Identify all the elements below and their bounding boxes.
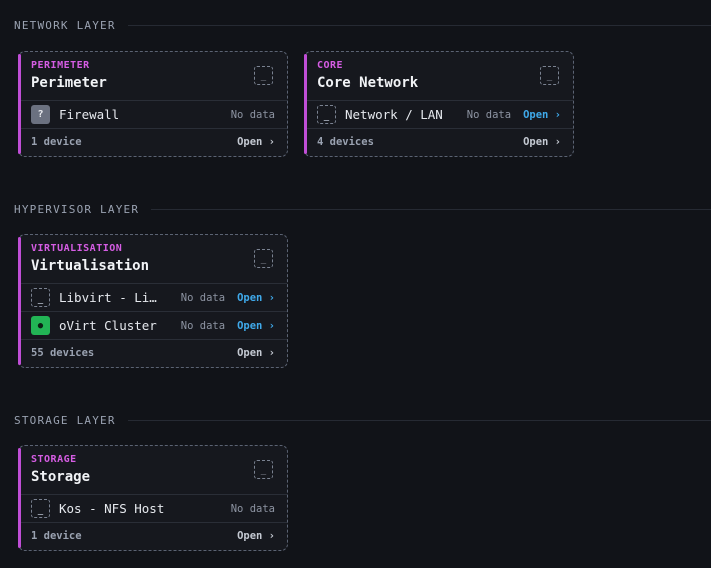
card-open-link[interactable]: Open ›: [237, 136, 275, 148]
card-kicker: CORE: [317, 60, 344, 71]
device-value: No data: [230, 502, 275, 515]
device-row-network-lan[interactable]: _ Network / LAN No data Open ›: [305, 101, 573, 129]
card-virtualisation[interactable]: VIRTUALISATION Virtualisation _ _ Libvir…: [18, 234, 288, 368]
device-list: _ Kos - NFS Host No data: [19, 494, 287, 523]
card-kicker: PERIMETER: [31, 60, 90, 71]
card-kicker: VIRTUALISATION: [31, 243, 123, 254]
layer-divider: [127, 419, 711, 421]
device-count: 4 devices: [317, 135, 374, 148]
layer-title: HYPERVISOR LAYER: [14, 202, 140, 216]
device-name: oVirt Cluster: [59, 318, 157, 333]
no-status-icon: _: [31, 499, 50, 518]
device-row-nfs-host[interactable]: _ Kos - NFS Host No data: [19, 495, 287, 523]
card-kicker: STORAGE: [31, 454, 77, 465]
card-menu-icon[interactable]: _: [540, 66, 559, 85]
no-status-icon: _: [31, 288, 50, 307]
device-value: No data: [180, 291, 226, 304]
card-footer: 4 devices Open ›: [305, 129, 573, 155]
device-name: Libvirt - Li…: [59, 290, 157, 305]
card-perimeter[interactable]: PERIMETER Perimeter _ ? Firewall No data…: [18, 51, 288, 157]
card-footer: 1 device Open ›: [19, 523, 287, 549]
device-name: Firewall: [59, 107, 120, 122]
device-count: 55 devices: [31, 346, 95, 359]
card-header: CORE Core Network _: [305, 52, 573, 100]
device-list: _ Network / LAN No data Open ›: [305, 100, 573, 129]
layer-header: STORAGE LAYER: [14, 413, 711, 427]
device-open-link[interactable]: Open ›: [237, 320, 275, 332]
card-open-link[interactable]: Open ›: [237, 530, 275, 542]
card-footer: 55 devices Open ›: [19, 340, 287, 366]
device-count: 1 device: [31, 529, 82, 542]
layer-divider: [127, 24, 711, 26]
card-header: VIRTUALISATION Virtualisation _: [19, 235, 287, 283]
device-list: _ Libvirt - Li… No data Open › ● oVirt C…: [19, 283, 287, 340]
card-menu-icon[interactable]: _: [254, 460, 273, 479]
device-count: 1 device: [31, 135, 82, 148]
device-open-link[interactable]: Open ›: [237, 292, 275, 304]
online-status-icon: ●: [31, 316, 50, 335]
card-header: STORAGE Storage _: [19, 446, 287, 494]
card-title: Core Network: [317, 75, 419, 91]
device-list: ? Firewall No data: [19, 100, 287, 129]
device-value: No data: [230, 108, 275, 121]
layer-title: STORAGE LAYER: [14, 413, 116, 427]
card-title: Storage: [31, 469, 91, 485]
card-storage[interactable]: STORAGE Storage _ _ Kos - NFS Host No da…: [18, 445, 288, 551]
device-row-ovirt-cluster[interactable]: ● oVirt Cluster No data Open ›: [19, 312, 287, 340]
device-value: No data: [180, 319, 226, 332]
card-menu-icon[interactable]: _: [254, 249, 273, 268]
card-title: Virtualisation: [31, 258, 150, 274]
device-open-link[interactable]: Open ›: [523, 109, 561, 121]
card-footer: 1 device Open ›: [19, 129, 287, 155]
device-row-libvirt[interactable]: _ Libvirt - Li… No data Open ›: [19, 284, 287, 312]
layer-header: HYPERVISOR LAYER: [14, 202, 711, 216]
device-name: Kos - NFS Host: [59, 501, 165, 516]
no-status-icon: _: [317, 105, 336, 124]
device-name: Network / LAN: [345, 107, 443, 122]
device-value: No data: [466, 108, 512, 121]
layer-title: NETWORK LAYER: [14, 18, 116, 32]
card-open-link[interactable]: Open ›: [523, 136, 561, 148]
layer-header: NETWORK LAYER: [14, 18, 711, 32]
unknown-status-icon: ?: [31, 105, 50, 124]
card-core-network[interactable]: CORE Core Network _ _ Network / LAN No d…: [304, 51, 574, 157]
card-title: Perimeter: [31, 75, 107, 91]
layer-divider: [151, 208, 711, 210]
device-row-firewall[interactable]: ? Firewall No data: [19, 101, 287, 129]
card-open-link[interactable]: Open ›: [237, 347, 275, 359]
card-header: PERIMETER Perimeter _: [19, 52, 287, 100]
card-menu-icon[interactable]: _: [254, 66, 273, 85]
